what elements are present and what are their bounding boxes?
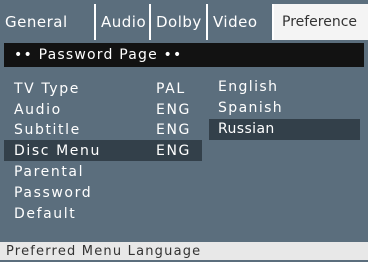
menu-value-subtitle: ENG bbox=[156, 122, 191, 138]
menu-item-default[interactable]: Default bbox=[14, 204, 76, 224]
option-spanish[interactable]: Spanish bbox=[218, 98, 283, 118]
tab-general[interactable]: General bbox=[0, 4, 96, 40]
menu-item-tv-type[interactable]: TV Type bbox=[14, 79, 80, 99]
menu-value-audio: ENG bbox=[156, 102, 191, 118]
menu-item-subtitle[interactable]: Subtitle bbox=[14, 120, 81, 140]
tab-bar: General Audio Dolby Video Preference bbox=[0, 4, 368, 40]
option-english[interactable]: English bbox=[218, 77, 278, 97]
tab-preference[interactable]: Preference bbox=[274, 4, 368, 40]
page-title: •• Password Page •• bbox=[4, 43, 364, 67]
menu-item-password[interactable]: Password bbox=[14, 183, 92, 203]
option-russian[interactable]: Russian bbox=[218, 119, 275, 139]
menu-item-disc-menu[interactable]: Disc Menu bbox=[14, 141, 101, 161]
tab-video[interactable]: Video bbox=[208, 4, 274, 40]
menu-item-audio[interactable]: Audio bbox=[14, 100, 62, 120]
menu-value-tv-type: PAL bbox=[156, 81, 186, 97]
status-bar: Preferred Menu Language bbox=[0, 242, 368, 260]
tab-audio[interactable]: Audio bbox=[96, 4, 151, 40]
menu-item-parental[interactable]: Parental bbox=[14, 162, 84, 182]
dvd-setup-screen: General Audio Dolby Video Preference •• … bbox=[0, 0, 368, 260]
menu-value-disc-menu: ENG bbox=[156, 143, 191, 159]
tab-dolby[interactable]: Dolby bbox=[151, 4, 208, 40]
